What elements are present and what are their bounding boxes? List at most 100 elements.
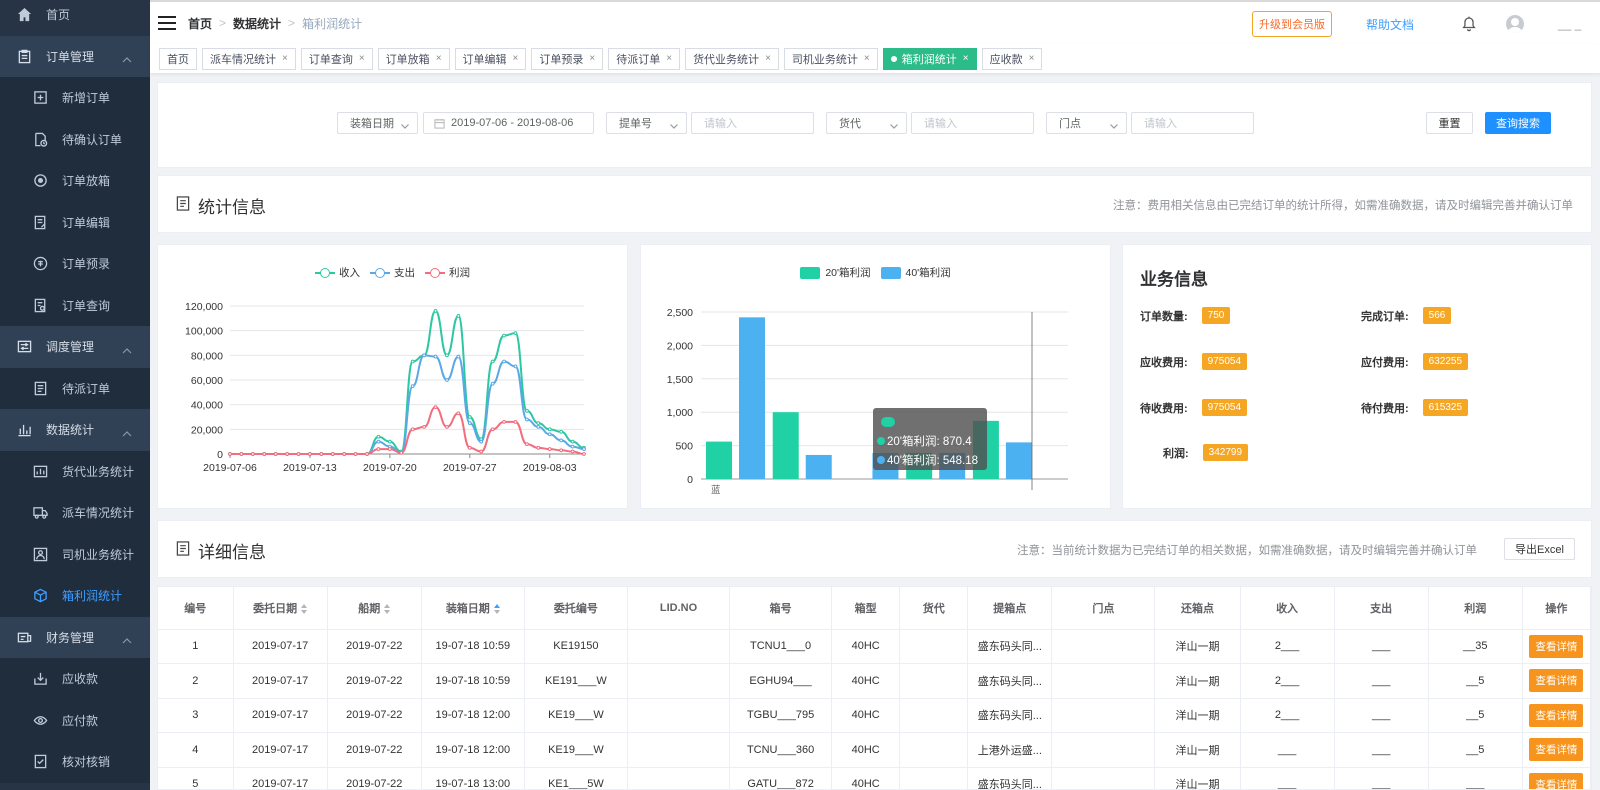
close-icon[interactable]: × (513, 53, 519, 64)
data-point (330, 452, 335, 456)
column-header: 提箱点 (967, 587, 1053, 630)
forwarder-select[interactable]: 货代 (826, 112, 907, 134)
column-header[interactable]: 委托日期 (233, 587, 328, 630)
sidebar-item-4[interactable]: 订单放箱 (0, 160, 150, 202)
receivable-row: 应收费用: 975054 (1140, 353, 1248, 370)
column-header[interactable]: 船期 (327, 587, 422, 630)
tab-7[interactable]: 货代业务统计 × (685, 47, 779, 70)
sidebar-item-6[interactable]: 订单预录 (0, 243, 150, 285)
sidebar-item-5[interactable]: 订单编辑 (0, 201, 150, 243)
sidebar-item-2[interactable]: 新增订单 (0, 77, 150, 119)
sidebar-item-7[interactable]: 订单查询 (0, 284, 150, 326)
tab-4[interactable]: 订单编辑 × (454, 47, 527, 70)
reset-button[interactable]: 重置 (1426, 112, 1473, 134)
view-detail-button[interactable]: 查看详情 (1529, 634, 1584, 658)
sidebar-item-16[interactable]: 应收款 (0, 658, 150, 700)
view-detail-button[interactable]: 查看详情 (1529, 738, 1584, 762)
table-cell: 盛东码头同... (967, 629, 1053, 664)
close-icon[interactable]: × (765, 53, 771, 64)
data-point (422, 353, 427, 358)
door-point-input[interactable]: 请输入 (1131, 112, 1254, 134)
sidebar-item-12[interactable]: 派车情况统计 (0, 492, 150, 534)
tab-0[interactable]: 首页 (159, 47, 197, 70)
sort-caret-icon[interactable] (384, 603, 391, 614)
table-cell (627, 732, 731, 768)
column-header[interactable]: 装箱日期 (421, 587, 525, 630)
close-icon[interactable]: × (1029, 53, 1035, 64)
sidebar-item-13[interactable]: 司机业务统计 (0, 533, 150, 575)
sidebar-item-17[interactable]: 应付款 (0, 699, 150, 741)
data-point (525, 417, 529, 422)
hamburger-menu-icon[interactable] (158, 16, 176, 30)
chart-tooltip: 20'箱利润: 870.4 40'箱利润: 548.18 (873, 408, 987, 470)
cell-value: ___ (1371, 743, 1391, 756)
upgrade-button[interactable]: 升级到会员版 (1251, 11, 1332, 37)
column-header: 箱号 (729, 587, 833, 630)
sidebar-item-18[interactable]: 核对核销 (0, 741, 150, 783)
table-cell: 2019-07-22 (327, 698, 422, 733)
view-detail-button[interactable]: 查看详情 (1529, 772, 1584, 789)
help-docs-link[interactable]: 帮助文档 (1366, 16, 1414, 33)
bill-no-input[interactable]: 请输入 (691, 112, 814, 134)
close-icon[interactable]: × (436, 53, 442, 64)
door-point-select[interactable]: 门点 (1046, 112, 1127, 134)
forwarder-input[interactable]: 请输入 (911, 112, 1034, 134)
export-excel-button[interactable]: 导出Excel (1504, 538, 1575, 560)
tab-10[interactable]: 应收款 × (981, 47, 1043, 70)
tab-5[interactable]: 订单预录 × (531, 47, 604, 70)
table-cell: KE191___W (524, 663, 628, 699)
breadcrumb-stats[interactable]: 数据统计 (233, 15, 281, 32)
tab-1[interactable]: 派车情况统计 × (202, 47, 296, 70)
cell-value: KE19___W (548, 709, 604, 722)
sidebar-item-0[interactable]: 首页 (0, 0, 150, 36)
close-icon[interactable]: × (963, 53, 969, 64)
cell-value: 2___ (1274, 674, 1300, 687)
avatar[interactable] (1506, 15, 1524, 33)
user-name[interactable]: __ _ (1558, 17, 1588, 31)
bar-1-4 (1005, 442, 1032, 479)
close-icon[interactable]: × (359, 53, 365, 64)
data-point (353, 452, 358, 456)
sidebar-item-10[interactable]: 数据统计 (0, 409, 150, 451)
sidebar-item-3[interactable]: 待确认订单 (0, 118, 150, 160)
sidebar-item-15[interactable]: 财务管理 (0, 616, 150, 658)
bill-no-select[interactable]: 提单号 (606, 112, 687, 134)
tab-8[interactable]: 司机业务统计 × (783, 47, 878, 70)
sidebar-item-9[interactable]: 待派订单 (0, 367, 150, 409)
sidebar-item-11[interactable]: 货代业务统计 (0, 450, 150, 492)
column-header: 收入 (1240, 587, 1335, 630)
sidebar-item-1[interactable]: 订单管理 (0, 35, 150, 77)
data-point (285, 452, 289, 456)
date-type-select[interactable]: 装箱日期 (337, 112, 418, 134)
cell-value: 5 (192, 778, 199, 790)
dispatch-icon (16, 339, 32, 355)
forwarder-label: 货代 (839, 118, 861, 130)
cell-value: 2019-07-17 (251, 709, 309, 722)
bell-icon[interactable] (1460, 14, 1478, 35)
view-detail-button[interactable]: 查看详情 (1529, 703, 1584, 727)
sidebar-item-14[interactable]: 箱利润统计 (0, 575, 150, 617)
tab-6[interactable]: 待派订单 × (608, 47, 681, 70)
close-icon[interactable]: × (666, 53, 672, 64)
close-icon[interactable]: × (589, 53, 595, 64)
sort-caret-icon[interactable] (301, 603, 308, 614)
doc-edit-icon (32, 214, 48, 230)
sidebar-item-label: 应付款 (62, 713, 99, 728)
table-cell: 查看详情 (1522, 698, 1591, 733)
close-icon[interactable]: × (282, 53, 288, 64)
close-icon[interactable]: × (864, 53, 870, 64)
table-cell (627, 698, 731, 733)
breadcrumb-home[interactable]: 首页 (188, 15, 212, 32)
column-header-label: 编号 (184, 602, 207, 615)
search-button[interactable]: 查询搜索 (1485, 112, 1551, 134)
table-cell: 洋山一期 (1154, 767, 1241, 789)
view-detail-button[interactable]: 查看详情 (1529, 669, 1584, 693)
date-range-picker[interactable]: 2019-07-06 - 2019-08-06 (423, 112, 594, 134)
tab-2[interactable]: 订单查询 × (300, 47, 373, 70)
tab-3[interactable]: 订单放箱 × (377, 47, 450, 70)
cell-value: 2019-07-17 (251, 674, 309, 687)
tab-9[interactable]: 箱利润统计 × (882, 47, 977, 70)
sidebar-item-8[interactable]: 调度管理 (0, 326, 150, 368)
table-cell: 洋山一期 (1154, 732, 1241, 768)
sort-caret-icon[interactable] (493, 603, 500, 614)
